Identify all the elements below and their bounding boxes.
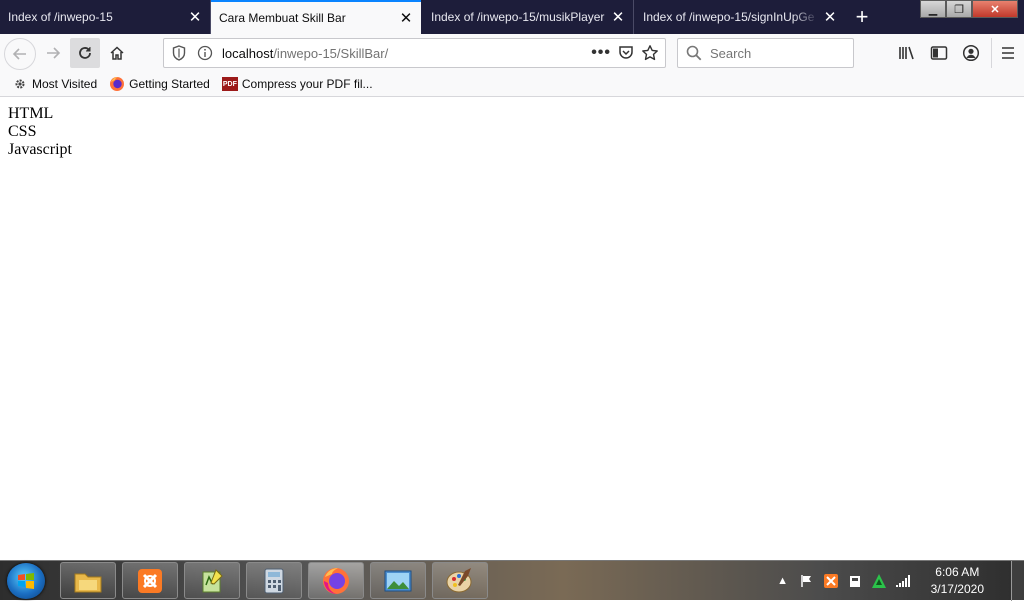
- taskbar-photo-viewer[interactable]: [370, 562, 426, 599]
- account-button[interactable]: [955, 38, 987, 68]
- tab-label: Index of /inwepo-15/musikPlayer: [431, 10, 605, 24]
- firefox-icon: [323, 567, 349, 594]
- url-path: /inwepo-15/SkillBar/: [273, 45, 389, 61]
- forward-arrow-icon: [47, 47, 61, 59]
- taskbar-xampp[interactable]: [122, 562, 178, 599]
- bookmarks-toolbar: Most Visited Getting Started PDF Compres…: [0, 72, 1024, 97]
- tab-label: Cara Membuat Skill Bar: [219, 11, 346, 25]
- url-text[interactable]: localhost/inwepo-15/SkillBar/: [222, 46, 388, 61]
- taskbar-file-explorer[interactable]: [60, 562, 116, 599]
- skill-javascript-label: Javascript: [8, 141, 72, 158]
- power-plug-icon[interactable]: [847, 573, 863, 589]
- clock-date: 3/17/2020: [930, 582, 984, 596]
- tab-close-icon[interactable]: ✕: [184, 6, 206, 28]
- pocket-icon[interactable]: [617, 44, 635, 62]
- back-arrow-icon: [12, 48, 26, 60]
- bookmark-getting-started[interactable]: Getting Started: [109, 76, 210, 92]
- hamburger-menu-icon: [1002, 47, 1014, 59]
- url-bar[interactable]: localhost/inwepo-15/SkillBar/ •••: [163, 38, 666, 68]
- clock-time: 6:06 AM: [935, 565, 980, 579]
- back-button[interactable]: [4, 38, 36, 70]
- bookmark-label: Compress your PDF fil...: [241, 77, 373, 91]
- taskbar-notepad-plus-plus[interactable]: [184, 562, 240, 599]
- tab-label: Index of /inwepo-15/signInUpGe: [643, 10, 815, 24]
- gear-icon: [12, 76, 28, 92]
- bookmark-label: Most Visited: [32, 77, 98, 91]
- tab-close-icon[interactable]: ✕: [819, 6, 841, 28]
- forward-button[interactable]: [38, 38, 68, 68]
- start-button[interactable]: [7, 563, 45, 599]
- show-desktop-button[interactable]: [1011, 561, 1024, 601]
- tab-signinup[interactable]: Index of /inwepo-15/signInUpGe ✕: [635, 0, 845, 34]
- minimize-button[interactable]: ▁: [920, 0, 946, 18]
- photo-viewer-icon: [384, 570, 412, 591]
- home-button[interactable]: [102, 38, 132, 68]
- account-icon: [962, 44, 980, 62]
- calculator-icon: [264, 568, 284, 593]
- page-content: HTML CSS Javascript: [0, 97, 1024, 560]
- search-icon: [684, 43, 704, 63]
- network-signal-icon[interactable]: [895, 573, 911, 589]
- restore-button[interactable]: ❐: [946, 0, 972, 18]
- sidebar-icon: [930, 46, 948, 60]
- system-tray: ▲ 6:06 AM 3/17/2020: [775, 561, 984, 601]
- bookmark-star-icon[interactable]: [641, 44, 659, 62]
- url-host: localhost: [222, 45, 274, 61]
- paint-palette-icon: [446, 567, 472, 592]
- xampp-tray-icon[interactable]: [823, 573, 839, 589]
- site-info-icon[interactable]: [194, 42, 216, 64]
- taskbar-clock[interactable]: 6:06 AM 3/17/2020: [931, 564, 984, 598]
- tab-close-icon[interactable]: ✕: [607, 6, 629, 28]
- menu-button[interactable]: [991, 38, 1024, 68]
- bookmark-most-visited[interactable]: Most Visited: [12, 76, 97, 92]
- skill-css-label: CSS: [8, 123, 37, 140]
- skill-html-label: HTML: [8, 105, 54, 122]
- search-box[interactable]: [677, 38, 854, 68]
- library-button[interactable]: [891, 38, 923, 68]
- tab-close-icon[interactable]: ✕: [395, 7, 417, 29]
- taskbar-paint[interactable]: [432, 562, 488, 599]
- home-icon: [110, 46, 124, 60]
- search-input[interactable]: [708, 44, 842, 62]
- tab-label: Index of /inwepo-15: [8, 10, 113, 24]
- folder-icon: [74, 573, 102, 592]
- window-controls: ▁ ❐ ✕: [920, 0, 1018, 20]
- taskbar-calculator[interactable]: [246, 562, 302, 599]
- close-window-button[interactable]: ✕: [972, 0, 1018, 18]
- tab-index-inwepo[interactable]: Index of /inwepo-15 ✕: [0, 0, 211, 34]
- reload-button[interactable]: [70, 38, 100, 68]
- sidebar-button[interactable]: [923, 38, 955, 68]
- taskbar-firefox[interactable]: [308, 562, 364, 599]
- new-tab-button[interactable]: +: [849, 4, 875, 30]
- pdf-icon: PDF: [221, 76, 238, 92]
- firefox-icon: [109, 76, 125, 92]
- bookmark-label: Getting Started: [129, 77, 210, 91]
- tab-strip: Index of /inwepo-15 ✕ Cara Membuat Skill…: [0, 0, 1024, 34]
- navigation-toolbar: localhost/inwepo-15/SkillBar/ •••: [0, 34, 1024, 72]
- library-icon: [899, 46, 914, 60]
- show-hidden-icons-icon[interactable]: ▲: [775, 573, 791, 589]
- tab-skill-bar[interactable]: Cara Membuat Skill Bar ✕: [211, 0, 421, 34]
- pdf-icon-text: PDF: [221, 77, 238, 91]
- action-center-flag-icon[interactable]: [799, 573, 815, 589]
- xampp-icon: [138, 568, 162, 593]
- reload-icon: [79, 47, 91, 59]
- skill-list: HTML CSS Javascript: [0, 97, 1024, 159]
- windows-taskbar: ▲ 6:06 AM 3/17/2020: [0, 560, 1024, 601]
- app-tray-icon[interactable]: [871, 573, 887, 589]
- notepad-icon: [202, 568, 223, 592]
- bookmark-compress-pdf[interactable]: PDF Compress your PDF fil...: [221, 76, 373, 92]
- tab-musik-player[interactable]: Index of /inwepo-15/musikPlayer ✕: [423, 0, 634, 34]
- page-actions-icon[interactable]: •••: [591, 44, 611, 62]
- tracking-protection-shield-icon[interactable]: [168, 42, 190, 64]
- windows-logo-icon: [18, 573, 34, 589]
